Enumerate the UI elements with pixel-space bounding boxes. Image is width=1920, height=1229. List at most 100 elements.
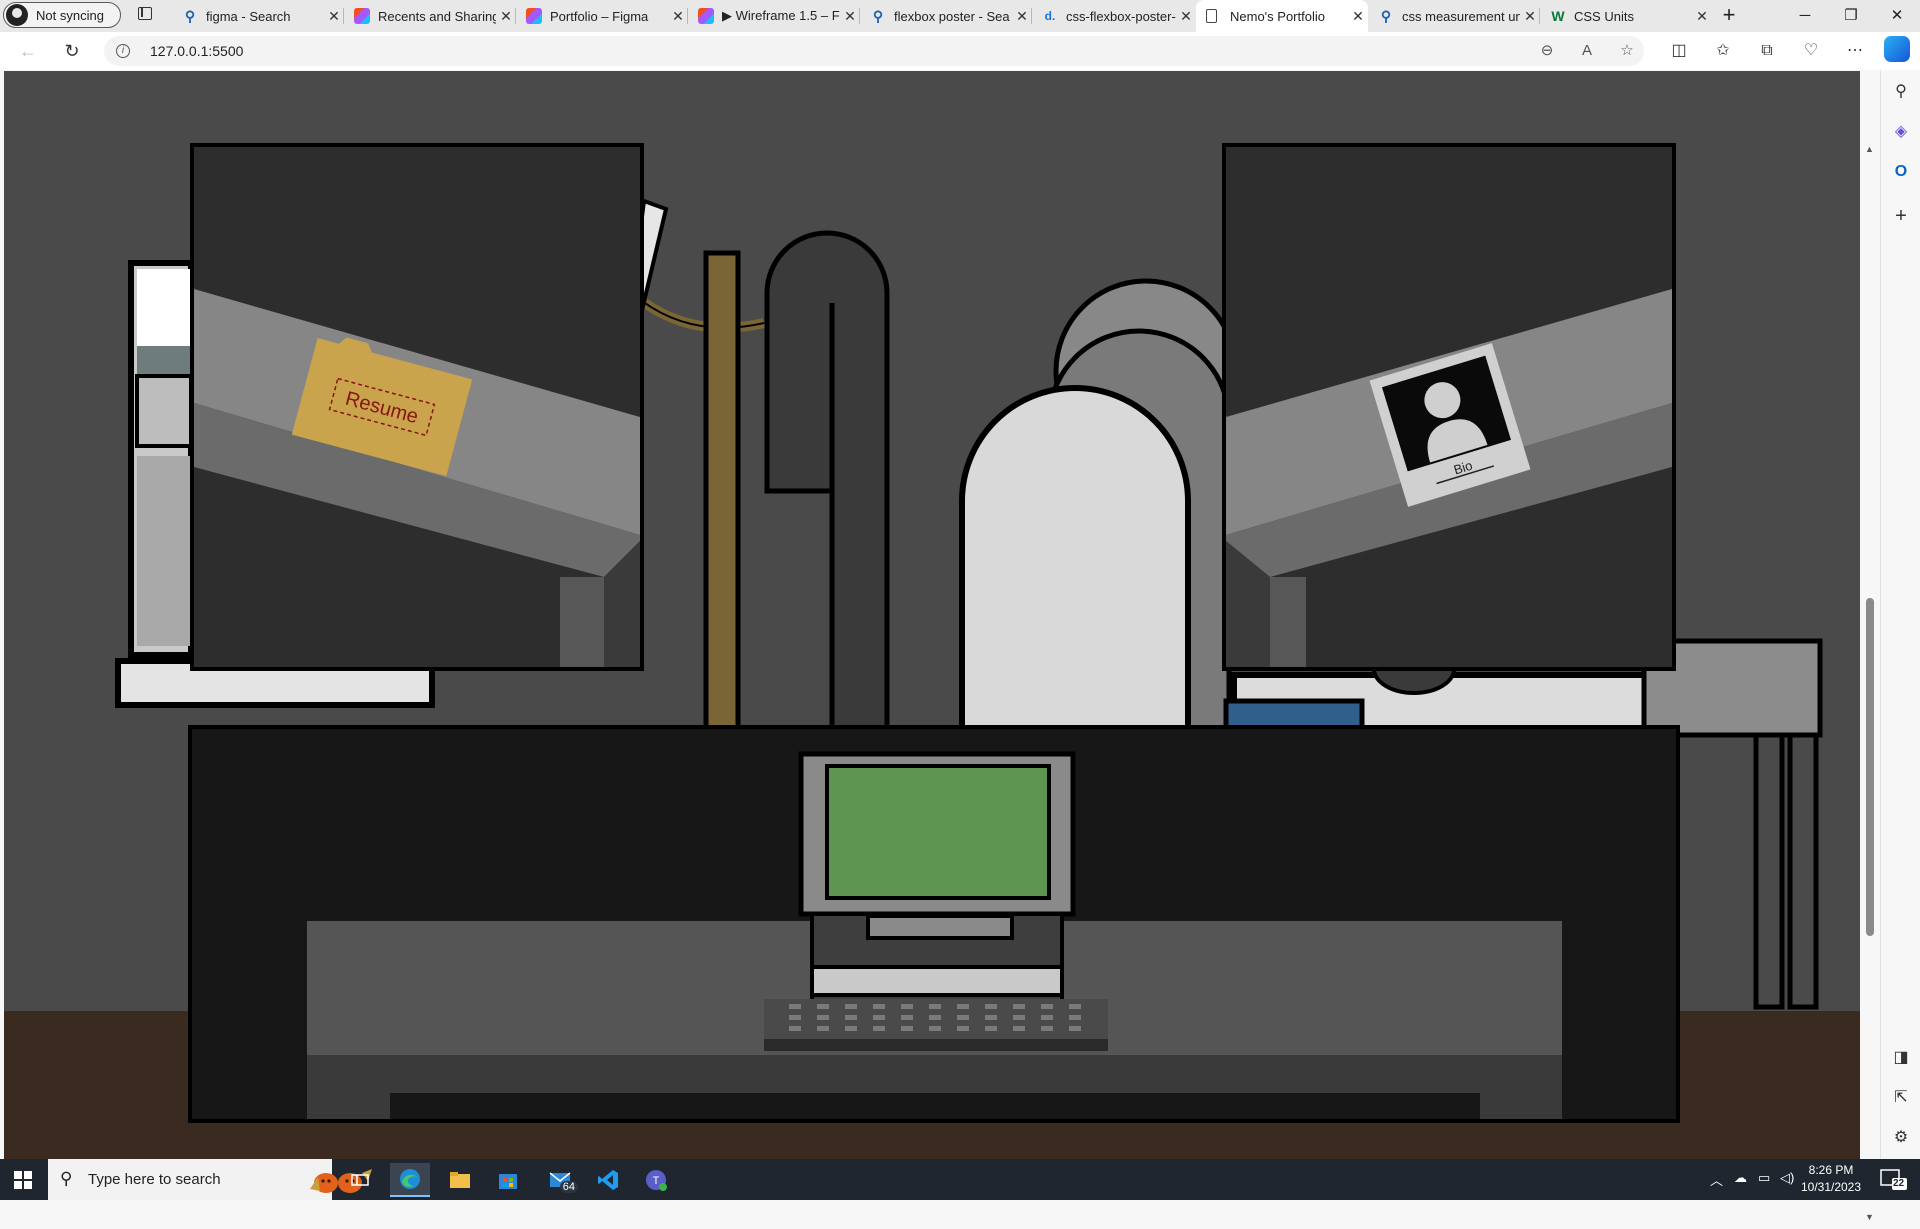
site-info-icon[interactable]: i xyxy=(116,44,130,58)
url-text[interactable]: 127.0.0.1:5500 xyxy=(150,43,243,59)
close-tab-icon[interactable]: ✕ xyxy=(1176,8,1196,25)
favorites-icon[interactable]: ✩ xyxy=(1710,39,1736,63)
scroll-up-icon[interactable]: ▲ xyxy=(1865,144,1874,154)
outlook-icon[interactable]: O xyxy=(1889,160,1913,184)
close-tab-icon[interactable]: ✕ xyxy=(840,8,860,25)
refresh-icon[interactable]: ↻ xyxy=(60,39,84,63)
notification-count: 22 xyxy=(1893,1178,1905,1189)
search-icon[interactable]: ⚲ xyxy=(1889,80,1913,104)
onedrive-icon[interactable]: ☁ xyxy=(1734,1170,1747,1186)
d-icon: d. xyxy=(1044,9,1056,23)
tab[interactable]: Recents and Sharing ✕ xyxy=(344,0,516,32)
tab[interactable]: ⚲ flexbox poster - Sea ✕ xyxy=(860,0,1032,32)
open-external-icon[interactable]: ⇱ xyxy=(1889,1086,1913,1110)
tab[interactable]: ⚲ css measurement un ✕ xyxy=(1368,0,1540,32)
split-screen-icon[interactable]: ◫ xyxy=(1666,39,1692,63)
tab-title: Recents and Sharing xyxy=(378,8,496,24)
task-view-icon[interactable] xyxy=(340,1163,380,1197)
keyboard-key xyxy=(957,1004,969,1009)
keyboard-key xyxy=(845,1015,857,1020)
tab[interactable]: d. css-flexbox-poster- ✕ xyxy=(1032,0,1196,32)
copilot-icon[interactable] xyxy=(1884,36,1910,62)
keyboard-key xyxy=(873,1026,885,1031)
keyboard-key xyxy=(929,1004,941,1009)
close-window-icon[interactable]: ✕ xyxy=(1874,0,1920,32)
close-tab-icon[interactable]: ✕ xyxy=(1520,8,1540,25)
keyboard-key xyxy=(789,1026,801,1031)
page-viewport: Resume Bio ▲ ▼ xyxy=(0,70,1880,1222)
figma-icon xyxy=(526,8,542,24)
close-tab-icon[interactable]: ✕ xyxy=(1012,8,1032,25)
page-scrollbar[interactable]: ▲ ▼ xyxy=(1862,140,1878,1229)
copilot-sidebar-icon[interactable]: ◈ xyxy=(1889,120,1913,144)
read-aloud-icon[interactable]: A xyxy=(1576,40,1598,62)
tab[interactable]: ▶ Wireframe 1.5 – F ✕ xyxy=(688,0,860,32)
tab-title: css measurement un xyxy=(1402,8,1520,24)
microsoft-store-icon[interactable] xyxy=(488,1163,528,1197)
tab-strip: Not syncing ⚲ figma - Search ✕ Recents a… xyxy=(0,0,1920,32)
favorite-star-icon[interactable]: ☆ xyxy=(1616,40,1638,62)
tab[interactable]: ⚲ figma - Search ✕ xyxy=(172,0,344,32)
resume-picture-frame: Resume xyxy=(190,143,644,671)
vscode-icon[interactable] xyxy=(588,1163,628,1197)
keyboard-key xyxy=(1013,1004,1025,1009)
new-tab-button[interactable]: + xyxy=(1716,3,1742,29)
windows-taskbar: ⚲ Type here to search 64 T ︿ ☁ ▭ ◁) 8:26… xyxy=(0,1159,1920,1200)
notification-center-icon[interactable]: 22 xyxy=(1880,1169,1908,1191)
back-icon[interactable]: ← xyxy=(16,39,40,63)
close-tab-icon[interactable]: ✕ xyxy=(324,8,344,25)
keyboard-key xyxy=(1013,1015,1025,1020)
tab-actions-icon[interactable] xyxy=(138,7,152,20)
close-tab-icon[interactable]: ✕ xyxy=(496,8,516,25)
close-tab-icon[interactable]: ✕ xyxy=(1348,8,1368,25)
windows-start-icon[interactable] xyxy=(14,1171,32,1189)
address-bar[interactable]: i 127.0.0.1:5500 ⊖ A ☆ xyxy=(104,36,1644,66)
collections-icon[interactable]: ⧉ xyxy=(1754,39,1780,63)
network-icon[interactable]: ▭ xyxy=(1758,1170,1770,1186)
browser-essentials-icon[interactable]: ♡ xyxy=(1798,39,1824,63)
more-options-icon[interactable]: ⋯ xyxy=(1842,39,1868,63)
tab[interactable]: Portfolio – Figma ✕ xyxy=(516,0,688,32)
scroll-down-icon[interactable]: ▼ xyxy=(1865,1212,1874,1222)
figma-icon xyxy=(698,8,714,24)
keyboard-key xyxy=(985,1015,997,1020)
teams-icon[interactable]: T xyxy=(636,1163,676,1197)
zoom-out-icon[interactable]: ⊖ xyxy=(1536,40,1558,62)
keyboard-key xyxy=(789,1015,801,1020)
bio-picture-frame: Bio xyxy=(1222,143,1676,671)
tab-title: css-flexbox-poster- xyxy=(1066,8,1176,24)
keyboard-key xyxy=(901,1015,913,1020)
tab-title: Portfolio – Figma xyxy=(550,8,649,24)
scrollbar-thumb[interactable] xyxy=(1866,598,1874,936)
restore-icon[interactable]: ❐ xyxy=(1828,0,1874,32)
edge-taskbar-icon[interactable] xyxy=(390,1163,430,1197)
close-tab-icon[interactable]: ✕ xyxy=(1692,8,1712,25)
taskbar-clock[interactable]: 8:26 PM 10/31/2023 xyxy=(1800,1162,1862,1196)
keyboard-key xyxy=(1069,1015,1081,1020)
settings-gear-icon[interactable]: ⚙ xyxy=(1889,1126,1913,1150)
clock-date: 10/31/2023 xyxy=(1800,1180,1862,1194)
profile-button[interactable]: Not syncing xyxy=(3,2,121,28)
monitor-screen xyxy=(825,764,1051,900)
bookshelf xyxy=(128,260,194,658)
volume-icon[interactable]: ◁) xyxy=(1780,1170,1794,1186)
close-tab-icon[interactable]: ✕ xyxy=(668,8,688,25)
minimize-icon[interactable]: ─ xyxy=(1782,0,1828,32)
file-explorer-icon[interactable] xyxy=(440,1163,480,1197)
tab[interactable]: W CSS Units ✕ xyxy=(1540,0,1712,32)
tab-title: flexbox poster - Sea xyxy=(894,8,1010,24)
show-hidden-icons-icon[interactable]: ︿ xyxy=(1710,1170,1723,1189)
tab-title: figma - Search xyxy=(206,8,291,24)
keyboard-key xyxy=(901,1026,913,1031)
taskbar-search-box[interactable]: ⚲ Type here to search xyxy=(48,1159,372,1200)
keyboard-key xyxy=(1041,1015,1053,1020)
keyboard-key xyxy=(873,1015,885,1020)
tab-active[interactable]: Nemo's Portfolio ✕ xyxy=(1196,0,1368,32)
keyboard-key xyxy=(873,1004,885,1009)
hide-sidebar-icon[interactable]: ◨ xyxy=(1889,1046,1913,1070)
mail-icon[interactable]: 64 xyxy=(540,1163,580,1197)
keyboard-key xyxy=(817,1015,829,1020)
search-icon: ⚲ xyxy=(1380,7,1392,24)
keyboard-key xyxy=(845,1004,857,1009)
add-sidebar-app-icon[interactable]: + xyxy=(1889,204,1913,228)
